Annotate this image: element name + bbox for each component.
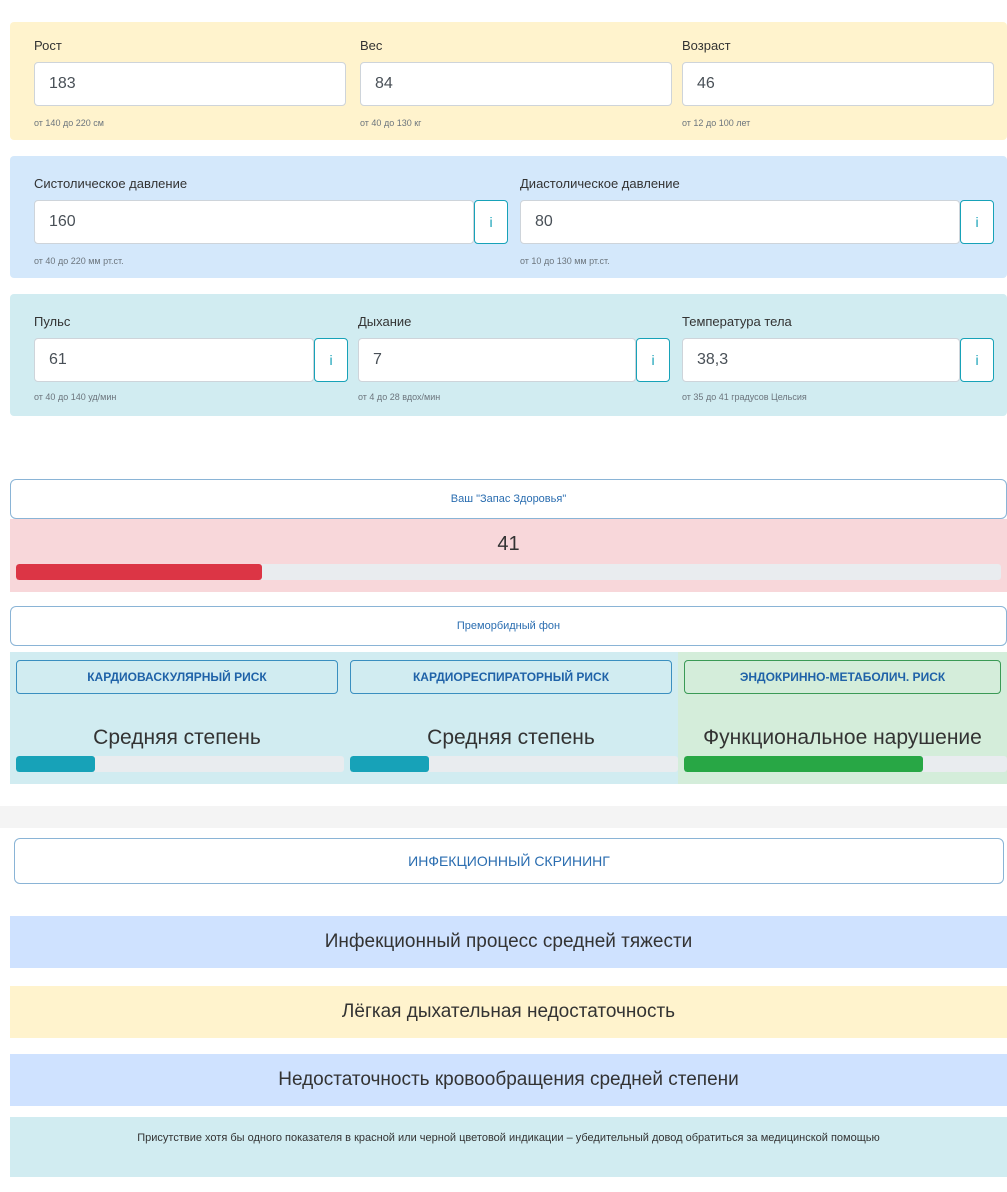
health-reserve-value: 41 xyxy=(497,533,520,555)
cardiorespiratory-risk-result: Средняя степень xyxy=(427,726,595,749)
age-input[interactable]: 46 xyxy=(682,62,994,106)
cardiovascular-risk-title[interactable]: КАРДИОВАСКУЛЯРНЫЙ РИСК xyxy=(16,660,338,694)
cardiovascular-risk-card: КАРДИОВАСКУЛЯРНЫЙ РИСК Средняя степень xyxy=(10,652,344,784)
anthropometry-panel: Рост 183 от 140 до 220 см Вес 84 от 40 д… xyxy=(10,22,1007,140)
cardiorespiratory-risk-progress xyxy=(350,756,678,772)
health-reserve-panel: 41 xyxy=(10,519,1007,592)
weight-label: Вес xyxy=(360,38,383,53)
section-divider xyxy=(0,806,1007,828)
weight-hint: от 40 до 130 кг xyxy=(360,118,422,128)
diastolic-hint: от 10 до 130 мм рт.ст. xyxy=(520,256,610,266)
infection-result-respiratory: Лёгкая дыхательная недостаточность xyxy=(10,986,1007,1038)
health-reserve-progress xyxy=(16,564,1001,580)
temperature-input[interactable]: 38,3 xyxy=(682,338,960,382)
diastolic-label: Диастолическое давление xyxy=(520,176,680,191)
cardiovascular-risk-progress-fill xyxy=(16,756,95,772)
pulse-hint: от 40 до 140 уд/мин xyxy=(34,392,117,402)
pulse-input[interactable]: 61 xyxy=(34,338,314,382)
diastolic-info-button[interactable]: i xyxy=(960,200,994,244)
age-hint: от 12 до 100 лет xyxy=(682,118,751,128)
infection-result-process: Инфекционный процесс средней тяжести xyxy=(10,916,1007,968)
breathing-label: Дыхание xyxy=(358,314,412,329)
cardiovascular-risk-progress xyxy=(16,756,344,772)
age-label: Возраст xyxy=(682,38,731,53)
weight-input[interactable]: 84 xyxy=(360,62,672,106)
infection-result-circulation: Недостаточность кровообращения средней с… xyxy=(10,1054,1007,1106)
health-reserve-progress-fill xyxy=(16,564,263,580)
endocrine-metabolic-risk-title[interactable]: ЭНДОКРИННО-МЕТАБОЛИЧ. РИСК xyxy=(684,660,1001,694)
systolic-input[interactable]: 160 xyxy=(34,200,474,244)
cardiorespiratory-risk-progress-fill xyxy=(350,756,429,772)
height-input[interactable]: 183 xyxy=(34,62,346,106)
temperature-info-button[interactable]: i xyxy=(960,338,994,382)
systolic-label: Систолическое давление xyxy=(34,176,188,191)
pressure-panel: Систолическое давление 160 i от 40 до 22… xyxy=(10,156,1007,278)
health-reserve-button[interactable]: Ваш "Запас Здоровья" xyxy=(10,479,1007,519)
premorbid-button[interactable]: Преморбидный фон xyxy=(10,606,1007,646)
endocrine-metabolic-risk-result: Функциональное нарушение xyxy=(703,726,982,749)
pulse-info-button[interactable]: i xyxy=(314,338,348,382)
cardiorespiratory-risk-title[interactable]: КАРДИОРЕСПИРАТОРНЫЙ РИСК xyxy=(350,660,672,694)
cardiorespiratory-risk-card: КАРДИОРЕСПИРАТОРНЫЙ РИСК Средняя степень xyxy=(344,652,678,784)
height-hint: от 140 до 220 см xyxy=(34,118,104,128)
systolic-hint: от 40 до 220 мм рт.ст. xyxy=(34,256,124,266)
cardiovascular-risk-result: Средняя степень xyxy=(93,726,261,749)
temperature-label: Температура тела xyxy=(682,314,792,329)
temperature-hint: от 35 до 41 градусов Цельсия xyxy=(682,392,807,402)
breathing-hint: от 4 до 28 вдох/мин xyxy=(358,392,441,402)
diastolic-input[interactable]: 80 xyxy=(520,200,960,244)
vitals-panel: Пульс 61 i от 40 до 140 уд/мин Дыхание 7… xyxy=(10,294,1007,416)
endocrine-metabolic-risk-progress xyxy=(684,756,1007,772)
infection-screening-button[interactable]: ИНФЕКЦИОННЫЙ СКРИНИНГ xyxy=(14,838,1004,884)
endocrine-metabolic-risk-card: ЭНДОКРИННО-МЕТАБОЛИЧ. РИСК Функционально… xyxy=(678,652,1007,784)
breathing-info-button[interactable]: i xyxy=(636,338,670,382)
systolic-info-button[interactable]: i xyxy=(474,200,508,244)
endocrine-metabolic-risk-progress-fill xyxy=(684,756,924,772)
breathing-input[interactable]: 7 xyxy=(358,338,636,382)
medical-help-note: Присутствие хотя бы одного показателя в … xyxy=(10,1117,1007,1177)
height-label: Рост xyxy=(34,38,62,53)
pulse-label: Пульс xyxy=(34,314,71,329)
